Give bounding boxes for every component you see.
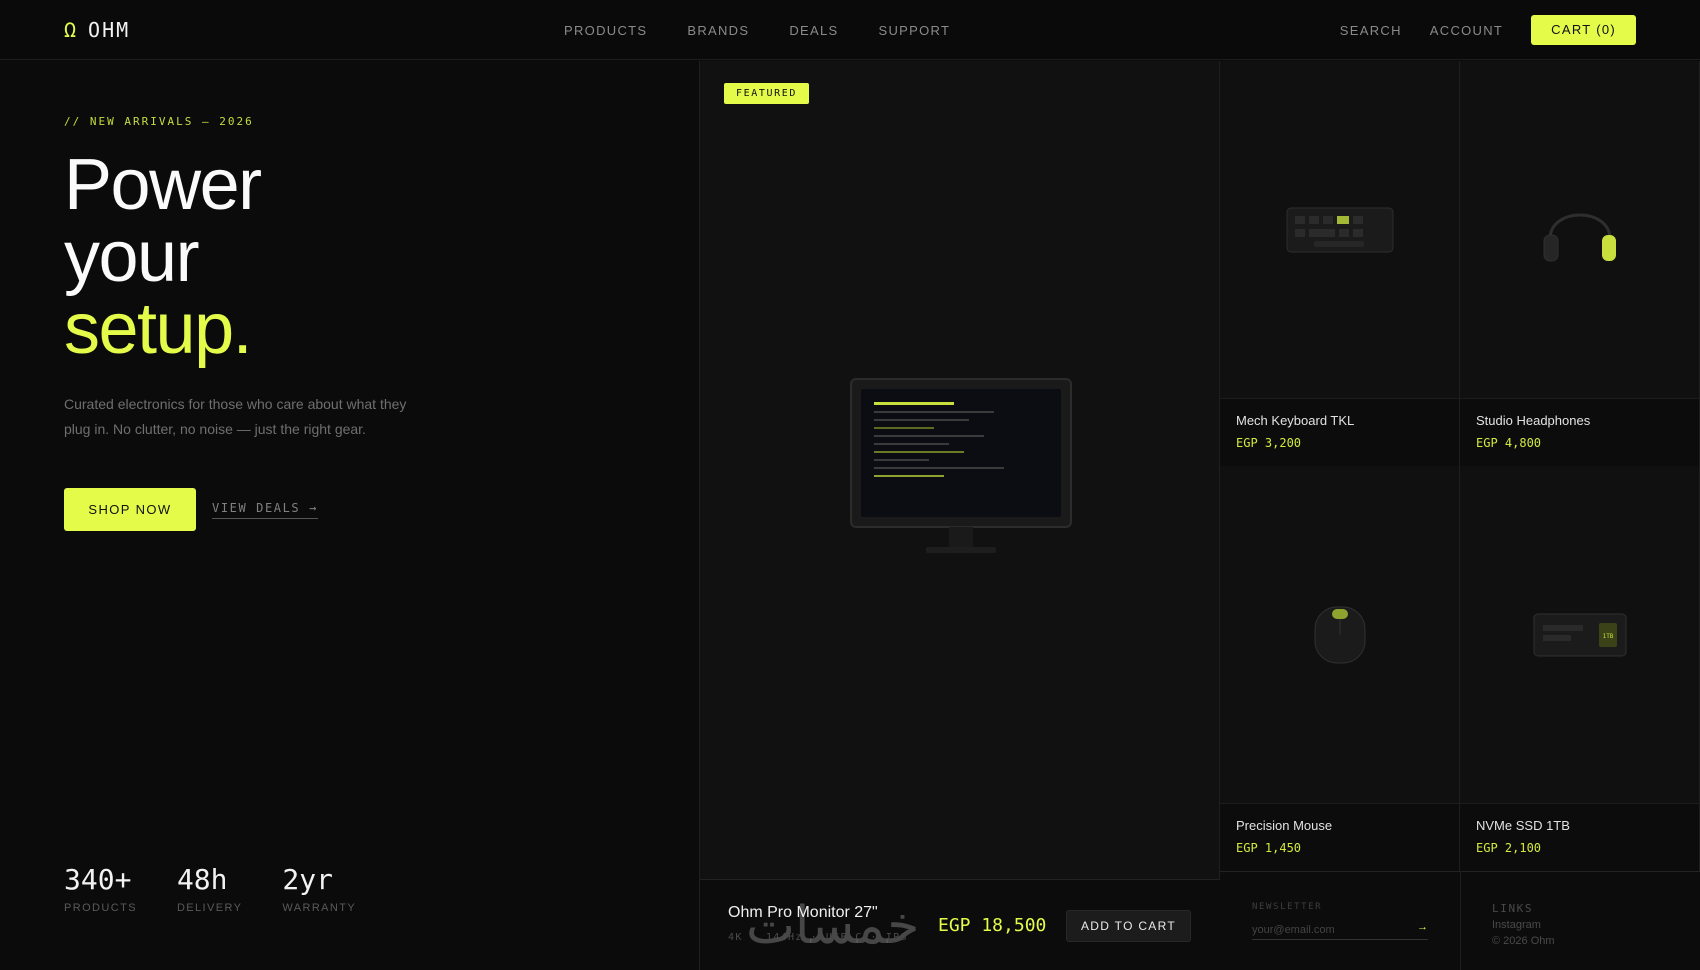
featured-product-card[interactable]: FEATURED خمسات Ohm Pro Monitor 27" 4K · … xyxy=(700,61,1220,970)
nav-link-support[interactable]: SUPPORT xyxy=(878,23,950,38)
product-grid: Mech Keyboard TKL EGP 3,200 Studio Headp… xyxy=(1220,61,1700,970)
spec-refresh: 144Hz xyxy=(765,932,803,943)
account-link[interactable]: ACCOUNT xyxy=(1430,23,1503,38)
ssd-icon: 1TB xyxy=(1533,613,1626,656)
hero-eyebrow: // NEW ARRIVALS — 2026 xyxy=(64,115,254,128)
logo[interactable]: Ω OHM xyxy=(64,18,130,42)
product-image xyxy=(1460,61,1699,399)
hero-headline: Power your setup. xyxy=(64,145,262,369)
product-image xyxy=(1220,61,1459,399)
stat-value: 2yr xyxy=(282,863,333,896)
product-name: Mech Keyboard TKL xyxy=(1236,413,1355,428)
hero-description: Curated electronics for those who care a… xyxy=(64,396,407,437)
spec-port: USB-C xyxy=(825,932,863,943)
nav-link-products[interactable]: PRODUCTS xyxy=(564,23,647,38)
instagram-link[interactable]: Instagram xyxy=(1492,919,1555,931)
product-card-mouse[interactable]: Precision Mouse EGP 1,450 xyxy=(1220,466,1460,871)
spec-separator: · xyxy=(870,932,878,943)
featured-specs: 4K · 144Hz · USB-C · IPS xyxy=(728,932,908,943)
hero-cta-row: SHOP NOW VIEW DEALS → xyxy=(64,488,318,531)
product-price: EGP 2,100 xyxy=(1476,841,1542,855)
links-label: LINKS xyxy=(1492,902,1534,915)
headphones-icon xyxy=(1543,213,1616,261)
product-info: Studio Headphones EGP 4,800 xyxy=(1460,399,1699,466)
stat-delivery: 48h DELIVERY xyxy=(177,863,242,914)
newsletter-field: → xyxy=(1252,920,1428,940)
site-footer: NEWSLETTER → LINKS Instagram © 2026 Ohm xyxy=(1220,871,1700,970)
hero-section: // NEW ARRIVALS — 2026 Power your setup.… xyxy=(0,61,700,970)
product-image xyxy=(1220,466,1459,804)
omega-logo-icon: Ω xyxy=(64,18,79,42)
footer-divider xyxy=(1460,872,1461,970)
product-name: NVMe SSD 1TB xyxy=(1476,818,1570,833)
submit-arrow-icon[interactable]: → xyxy=(1417,921,1428,933)
product-info: NVMe SSD 1TB EGP 2,100 xyxy=(1460,804,1699,871)
headline-line-3: setup. xyxy=(64,289,253,369)
ssd-capacity-tag: 1TB xyxy=(1602,633,1613,640)
newsletter-label: NEWSLETTER xyxy=(1252,902,1323,912)
product-price: EGP 3,200 xyxy=(1236,436,1302,450)
main-nav: PRODUCTS BRANDS DEALS SUPPORT xyxy=(564,23,950,38)
product-card-headphones[interactable]: Studio Headphones EGP 4,800 xyxy=(1460,61,1700,466)
featured-badge: FEATURED xyxy=(724,83,809,104)
top-nav: Ω OHM PRODUCTS BRANDS DEALS SUPPORT SEAR… xyxy=(0,0,1700,60)
hero-stats: 340+ PRODUCTS 48h DELIVERY 2yr WARRANTY xyxy=(64,863,356,914)
footer-links: LINKS Instagram © 2026 Ohm xyxy=(1492,898,1555,947)
nav-link-deals[interactable]: DEALS xyxy=(789,23,838,38)
spec-panel: IPS xyxy=(885,932,908,943)
product-card-keyboard[interactable]: Mech Keyboard TKL EGP 3,200 xyxy=(1220,61,1460,466)
spec-separator: · xyxy=(810,932,818,943)
featured-name: Ohm Pro Monitor 27" xyxy=(728,904,878,921)
headline-line-2: your xyxy=(64,217,200,297)
product-price: EGP 1,450 xyxy=(1236,841,1302,855)
newsletter: NEWSLETTER → xyxy=(1252,902,1428,940)
stat-value: 48h xyxy=(176,863,228,896)
stat-label: PRODUCTS xyxy=(64,902,137,914)
keyboard-icon xyxy=(1286,207,1393,252)
headline-line-1: Power xyxy=(64,145,262,225)
spec-separator: · xyxy=(750,932,758,943)
newsletter-email-input[interactable] xyxy=(1252,924,1412,936)
nav-actions: SEARCH ACCOUNT CART (0) xyxy=(1340,15,1636,45)
product-price: EGP 4,800 xyxy=(1476,436,1542,450)
copyright: © 2026 Ohm xyxy=(1492,935,1555,947)
add-to-cart-button[interactable]: ADD TO CART xyxy=(1066,910,1191,942)
product-info: Precision Mouse EGP 1,450 xyxy=(1220,804,1459,871)
brand-name: OHM xyxy=(88,18,131,42)
mouse-icon xyxy=(1314,606,1365,663)
stat-value: 340+ xyxy=(64,863,132,896)
product-card-ssd[interactable]: 1TB NVMe SSD 1TB EGP 2,100 xyxy=(1460,466,1700,871)
nav-link-brands[interactable]: BRANDS xyxy=(687,23,749,38)
stat-products: 340+ PRODUCTS xyxy=(64,863,137,914)
stat-label: WARRANTY xyxy=(282,902,357,914)
monitor-icon xyxy=(850,378,1072,553)
product-name: Studio Headphones xyxy=(1476,413,1591,428)
search-link[interactable]: SEARCH xyxy=(1340,23,1402,38)
product-name: Precision Mouse xyxy=(1236,818,1333,833)
view-deals-link[interactable]: VIEW DEALS → xyxy=(212,501,318,519)
product-image: 1TB xyxy=(1460,466,1699,804)
shop-now-button[interactable]: SHOP NOW xyxy=(64,488,196,531)
spec-resolution: 4K xyxy=(728,932,743,943)
featured-footer: خمسات Ohm Pro Monitor 27" 4K · 144Hz · U… xyxy=(700,879,1220,970)
featured-price: EGP 18,500 xyxy=(938,915,1047,936)
stat-warranty: 2yr WARRANTY xyxy=(282,863,356,914)
product-info: Mech Keyboard TKL EGP 3,200 xyxy=(1220,399,1459,466)
stat-label: DELIVERY xyxy=(176,902,243,914)
cart-button[interactable]: CART (0) xyxy=(1531,15,1636,45)
